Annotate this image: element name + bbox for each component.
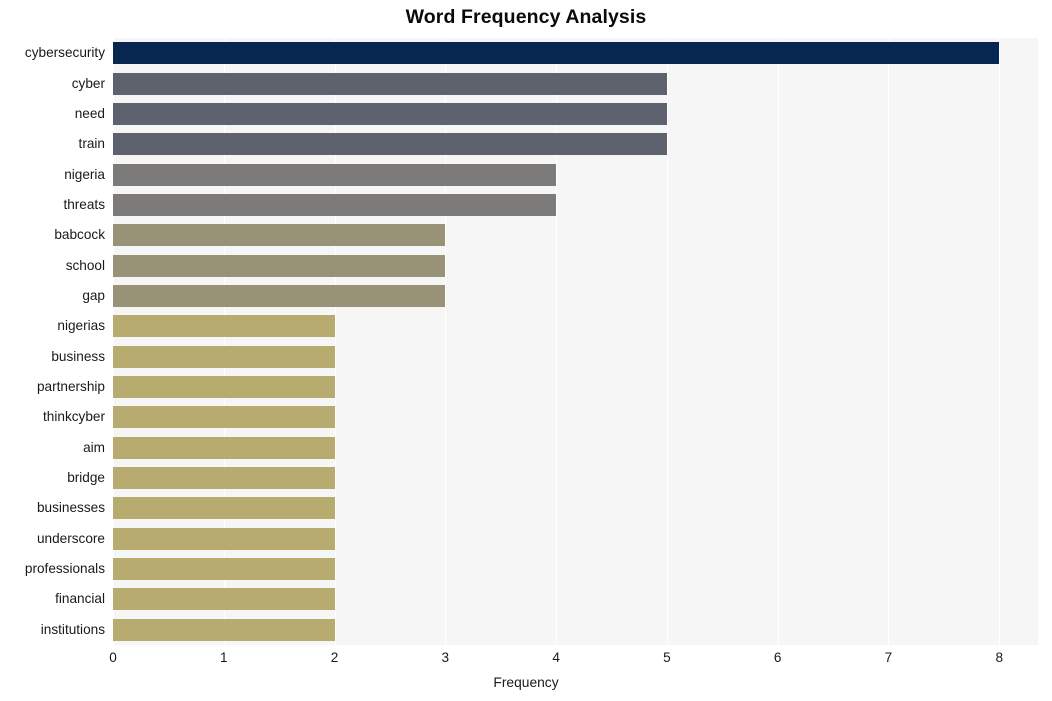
bar bbox=[113, 527, 335, 550]
y-tick-label: threats bbox=[63, 196, 105, 212]
gridline bbox=[113, 38, 114, 645]
bar bbox=[113, 618, 335, 641]
x-tick-label: 8 bbox=[995, 650, 1003, 665]
bar bbox=[113, 254, 446, 277]
y-tick-label: need bbox=[74, 105, 105, 121]
bar bbox=[113, 315, 335, 338]
chart-title: Word Frequency Analysis bbox=[405, 6, 647, 28]
bar bbox=[113, 72, 667, 95]
bar bbox=[113, 102, 667, 125]
y-tick-label: bridge bbox=[67, 470, 105, 486]
gridline bbox=[999, 38, 1001, 645]
gridline bbox=[445, 38, 447, 645]
y-tick-label: underscore bbox=[36, 530, 105, 546]
gridline bbox=[556, 38, 558, 645]
y-tick-label: business bbox=[51, 348, 105, 364]
x-axis-title: Frequency bbox=[493, 675, 559, 690]
bar bbox=[113, 163, 557, 186]
bar bbox=[113, 467, 335, 490]
y-tick-label: nigeria bbox=[64, 166, 105, 182]
bar bbox=[113, 588, 335, 611]
x-axis-tick-labels: 0 1 2 3 4 5 6 7 8 bbox=[0, 650, 1052, 670]
bar bbox=[113, 193, 557, 216]
y-tick-label: cybersecurity bbox=[24, 45, 105, 61]
plot-area bbox=[113, 38, 1038, 645]
bar bbox=[113, 558, 335, 581]
y-tick-label: thinkcyber bbox=[43, 409, 105, 425]
x-tick-label: 4 bbox=[552, 650, 560, 665]
bar bbox=[113, 224, 446, 247]
x-tick-label: 0 bbox=[109, 650, 117, 665]
bar bbox=[113, 133, 667, 156]
bar bbox=[113, 497, 335, 520]
y-tick-label: cyber bbox=[71, 75, 105, 91]
gridline bbox=[223, 38, 225, 645]
y-tick-label: professionals bbox=[24, 561, 105, 577]
gridline bbox=[666, 38, 668, 645]
y-tick-label: financial bbox=[55, 591, 105, 607]
y-tick-label: aim bbox=[83, 439, 105, 455]
y-tick-label: nigerias bbox=[57, 318, 105, 334]
y-tick-label: partnership bbox=[36, 379, 105, 395]
gridline bbox=[888, 38, 890, 645]
bar bbox=[113, 436, 335, 459]
bar bbox=[113, 376, 335, 399]
bar bbox=[113, 42, 1000, 65]
x-tick-label: 5 bbox=[663, 650, 671, 665]
y-tick-label: train bbox=[78, 136, 105, 152]
x-tick-label: 1 bbox=[219, 650, 228, 665]
bar bbox=[113, 345, 335, 368]
y-tick-label: babcock bbox=[54, 227, 105, 243]
bar bbox=[113, 284, 446, 307]
x-tick-label: 7 bbox=[884, 650, 893, 665]
y-tick-label: businesses bbox=[36, 500, 105, 516]
y-tick-label: school bbox=[65, 257, 105, 273]
gridline bbox=[334, 38, 336, 645]
y-axis-tick-labels: cybersecurity cyber need train nigeria threat… bbox=[0, 38, 105, 645]
x-tick-label: 2 bbox=[330, 650, 339, 665]
gridline bbox=[777, 38, 779, 645]
x-tick-label: 3 bbox=[441, 650, 450, 665]
y-tick-label: institutions bbox=[40, 621, 105, 637]
word-frequency-chart-figure: Word Frequency Analysis cybersecurity cyb… bbox=[0, 0, 1052, 701]
y-tick-label: gap bbox=[82, 287, 105, 303]
bar bbox=[113, 406, 335, 429]
x-tick-label: 6 bbox=[773, 650, 782, 665]
